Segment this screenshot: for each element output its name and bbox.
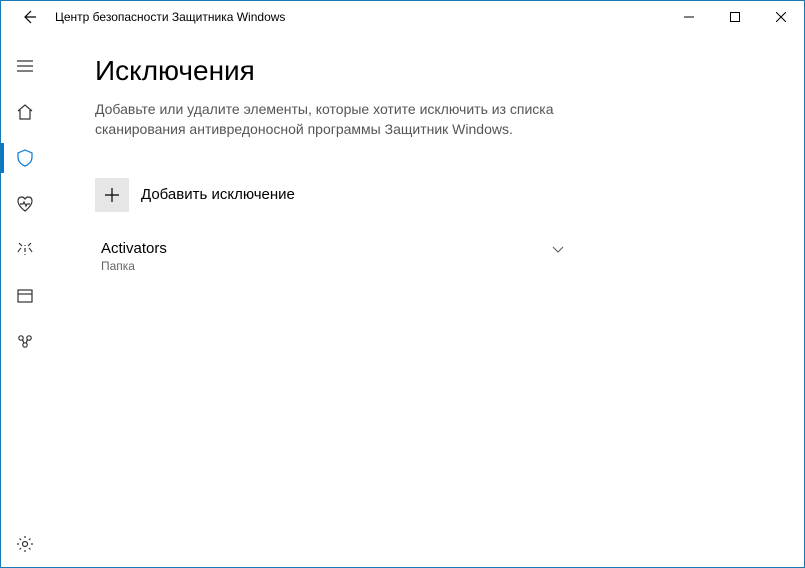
sidebar-hamburger[interactable]: [1, 43, 49, 89]
maximize-button[interactable]: [712, 1, 758, 33]
exclusion-text: Activators Папка: [95, 240, 167, 273]
page-title: Исключения: [95, 55, 764, 87]
plus-icon: [95, 178, 129, 212]
exclusion-item[interactable]: Activators Папка: [95, 234, 565, 279]
sidebar: [1, 33, 49, 567]
minimize-button[interactable]: [666, 1, 712, 33]
content-area: Исключения Добавьте или удалите элементы…: [49, 33, 804, 567]
add-exclusion-button[interactable]: Добавить исключение: [95, 178, 295, 212]
sidebar-family[interactable]: [1, 319, 49, 365]
titlebar: Центр безопасности Защитника Windows: [1, 1, 804, 33]
window-title: Центр безопасности Защитника Windows: [51, 10, 666, 24]
back-button[interactable]: [7, 1, 51, 33]
add-exclusion-label: Добавить исключение: [141, 186, 295, 203]
app-body: Исключения Добавьте или удалите элементы…: [1, 33, 804, 567]
exclusion-name: Activators: [101, 240, 167, 257]
exclusion-type: Папка: [101, 259, 167, 273]
sidebar-settings[interactable]: [1, 521, 49, 567]
window-controls: [666, 1, 804, 33]
sidebar-shield[interactable]: [1, 135, 49, 181]
sidebar-health[interactable]: [1, 181, 49, 227]
sidebar-home[interactable]: [1, 89, 49, 135]
close-button[interactable]: [758, 1, 804, 33]
sidebar-network[interactable]: [1, 227, 49, 273]
page-description: Добавьте или удалите элементы, которые х…: [95, 99, 615, 140]
sidebar-app-browser[interactable]: [1, 273, 49, 319]
chevron-down-icon: [551, 240, 565, 256]
